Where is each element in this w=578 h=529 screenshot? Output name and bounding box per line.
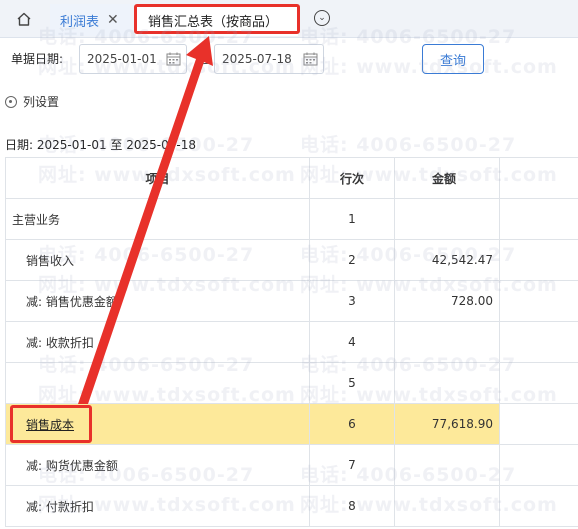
- row-item: [5, 363, 310, 403]
- date-from-field[interactable]: 2025-01-01: [79, 44, 187, 74]
- table-row: 主营业务 1: [5, 199, 578, 240]
- row-seq: 8: [310, 486, 395, 526]
- home-icon: [17, 12, 31, 26]
- table-row: 5: [5, 363, 578, 404]
- header-blank: [500, 158, 578, 198]
- table-header-row: 项目 行次 金额: [5, 158, 578, 199]
- row-item: 销售收入: [5, 240, 310, 280]
- column-settings-label: 列设置: [23, 95, 60, 109]
- row-seq: 2: [310, 240, 395, 280]
- report-table: 项目 行次 金额 主营业务 1 销售收入 2 42,542.47 减: 销售优惠…: [5, 157, 578, 527]
- row-seq: 1: [310, 199, 395, 239]
- row-item: 减: 收款折扣: [5, 322, 310, 362]
- date-separator: 至: [197, 52, 210, 66]
- close-icon[interactable]: ✕: [107, 12, 119, 28]
- gear-icon: [5, 95, 17, 108]
- tab-bar: 利润表 ✕ 销售汇总表（按商品） ⌄: [0, 0, 578, 38]
- calendar-icon: [166, 52, 181, 66]
- row-item: 主营业务: [5, 199, 310, 239]
- date-to-value: 2025-07-18: [222, 52, 292, 66]
- row-amount: [395, 445, 500, 485]
- column-settings-button[interactable]: 列设置: [5, 93, 59, 110]
- header-item: 项目: [5, 158, 310, 198]
- tab-profit-statement[interactable]: 利润表 ✕: [50, 4, 130, 36]
- row-amount: [395, 199, 500, 239]
- report-date-range: 日期: 2025-01-01 至 2025-07-18: [5, 138, 196, 152]
- row-amount: [395, 363, 500, 403]
- table-row: 减: 购货优惠金额 7: [5, 445, 578, 486]
- table-row: 减: 收款折扣 4: [5, 322, 578, 363]
- annotation-box-cost: [10, 405, 92, 443]
- row-item: 减: 付款折扣: [5, 486, 310, 526]
- table-row: 减: 付款折扣 8: [5, 486, 578, 527]
- date-from-value: 2025-01-01: [87, 52, 157, 66]
- header-seq: 行次: [310, 158, 395, 198]
- table-row: 销售收入 2 42,542.47: [5, 240, 578, 281]
- row-seq: 4: [310, 322, 395, 362]
- date-filter-label: 单据日期:: [11, 52, 64, 66]
- row-seq: 3: [310, 281, 395, 321]
- table-row: 减: 销售优惠金额 3 728.00: [5, 281, 578, 322]
- watermark-phone: 电话: 4006-6500-27: [300, 134, 517, 156]
- row-seq: 5: [310, 363, 395, 403]
- row-amount: 728.00: [395, 281, 500, 321]
- row-amount: 42,542.47: [395, 240, 500, 280]
- tab-profit-label: 利润表: [60, 14, 100, 30]
- header-amount: 金额: [395, 158, 500, 198]
- date-to-field[interactable]: 2025-07-18: [214, 44, 324, 74]
- row-amount: 77,618.90: [395, 404, 500, 444]
- chevron-down-icon[interactable]: ⌄: [314, 10, 330, 26]
- home-button[interactable]: [8, 6, 40, 32]
- row-seq: 7: [310, 445, 395, 485]
- calendar-icon: [303, 52, 318, 66]
- query-button[interactable]: 查询: [422, 44, 484, 74]
- row-item: 减: 销售优惠金额: [5, 281, 310, 321]
- row-seq: 6: [310, 404, 395, 444]
- row-amount: [395, 322, 500, 362]
- row-amount: [395, 486, 500, 526]
- row-item: 减: 购货优惠金额: [5, 445, 310, 485]
- annotation-box-tab: [134, 4, 300, 34]
